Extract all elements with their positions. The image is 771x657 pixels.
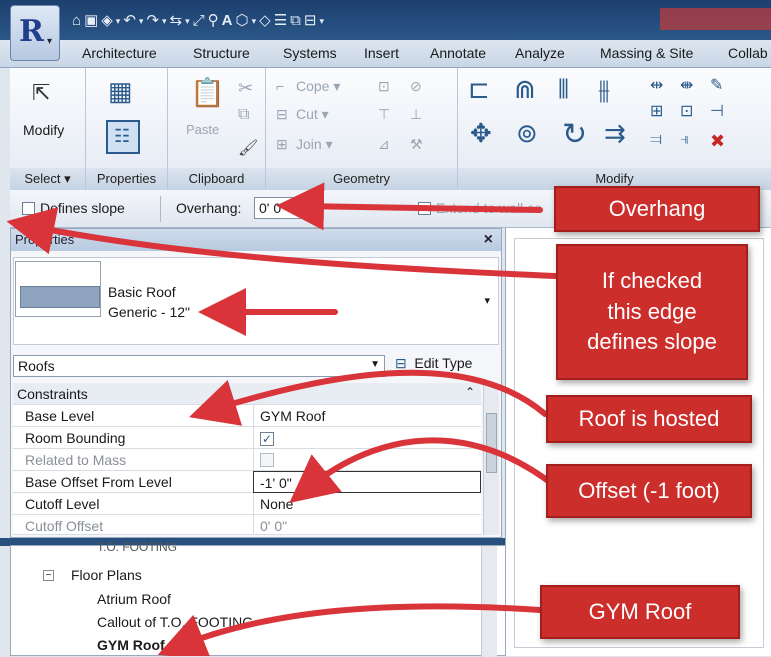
callout-text: GYM Roof <box>588 598 692 624</box>
callout-text: Overhang <box>608 195 706 221</box>
offset-arrow <box>289 437 558 504</box>
callout-roof-hosted: Roof is hosted <box>546 395 752 443</box>
callout-text: If checked this edge defines slope <box>587 267 717 355</box>
callout-overhang: Overhang <box>554 186 760 232</box>
gym-roof-arrow <box>157 603 543 656</box>
callout-text: Roof is hosted <box>578 405 720 431</box>
defines-slope-arrow <box>6 207 558 279</box>
overhang-arrow <box>276 182 543 231</box>
callout-defines-slope: If checked this edge defines slope <box>556 244 748 380</box>
callout-offset: Offset (-1 foot) <box>546 464 752 518</box>
callout-text: Offset (-1 foot) <box>578 477 720 503</box>
callout-gym-roof: GYM Roof <box>540 585 740 639</box>
hosted-arrow <box>189 369 548 426</box>
